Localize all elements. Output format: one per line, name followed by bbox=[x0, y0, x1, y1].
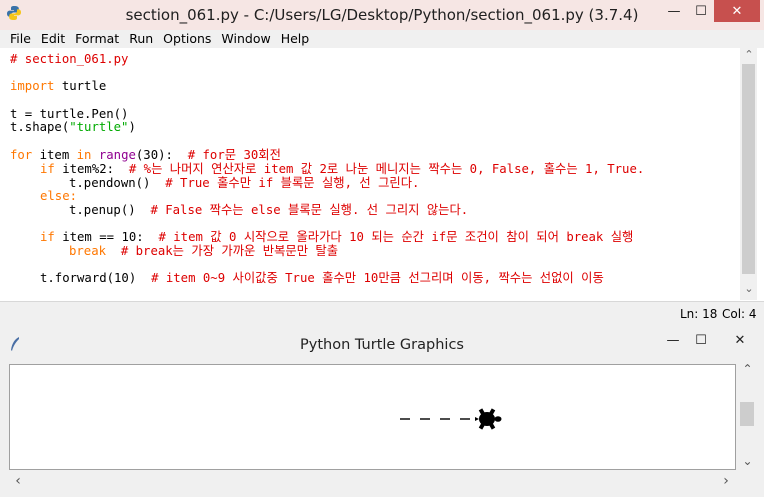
turtle-title-bar[interactable]: Python Turtle Graphics — ☐ ✕ bbox=[0, 327, 764, 359]
code-line-6: if item%2: # %는 나머지 연산자로 item 값 2로 나눈 메니… bbox=[40, 162, 644, 176]
minimize-icon: — bbox=[666, 332, 680, 348]
code-comment: # section_061.py bbox=[10, 52, 129, 66]
scroll-up-button[interactable]: ⌃ bbox=[743, 48, 755, 62]
code-line-4: t.shape("turtle") bbox=[10, 120, 136, 134]
code-text: turtle bbox=[54, 79, 107, 93]
turtle-minimize-button[interactable]: — bbox=[660, 329, 686, 351]
idle-window-title: section_061.py - C:/Users/LG/Desktop/Pyt… bbox=[125, 6, 639, 24]
canvas-vertical-scrollbar[interactable]: ⌃ ⌄ bbox=[738, 362, 756, 472]
code-keyword: import bbox=[10, 79, 55, 93]
maximize-icon: ☐ bbox=[695, 3, 707, 19]
code-line-8: else: bbox=[40, 189, 77, 203]
code-text: t.penup() bbox=[69, 203, 151, 217]
code-comment: # %는 나머지 연산자로 item 값 2로 나눈 메니지는 짝수는 0, F… bbox=[128, 162, 645, 176]
chevron-up-icon: ⌃ bbox=[744, 48, 754, 61]
code-comment: # item 0~9 사이값중 True 홀수만 10만큼 선그리며 이동, 짝… bbox=[151, 271, 604, 285]
turtle-drawing bbox=[400, 408, 502, 430]
menu-help[interactable]: Help bbox=[276, 30, 315, 48]
code-editor[interactable]: # section_061.py import turtle t = turtl… bbox=[0, 48, 740, 300]
code-comment: # break는 가장 가까운 반복문만 탈출 bbox=[120, 244, 339, 258]
code-text: t.shape( bbox=[10, 120, 70, 134]
code-keyword: if bbox=[40, 162, 55, 176]
code-line-7: t.pendown() # True 홀수만 if 블록문 실행, 선 그린다. bbox=[69, 176, 419, 190]
code-line-9: t.penup() # False 짝수는 else 블록문 실행. 선 그리지… bbox=[69, 203, 468, 217]
turtle-maximize-button[interactable]: ☐ bbox=[688, 329, 714, 351]
code-keyword: in bbox=[76, 148, 92, 162]
canvas-scroll-thumb[interactable] bbox=[740, 402, 754, 426]
code-keyword: break bbox=[69, 244, 107, 258]
menu-options[interactable]: Options bbox=[158, 30, 216, 48]
canvas-scroll-down-button[interactable]: ⌄ bbox=[741, 454, 754, 468]
code-text: : bbox=[69, 189, 78, 203]
turtle-icon bbox=[475, 408, 502, 430]
maximize-button[interactable]: ☐ bbox=[688, 0, 714, 22]
code-comment: # False 짝수는 else 블록문 실행. 선 그리지 않는다. bbox=[150, 203, 469, 217]
chevron-left-icon: ‹ bbox=[15, 473, 21, 489]
canvas-scroll-up-button[interactable]: ⌃ bbox=[741, 362, 754, 376]
status-col: Col: 4 bbox=[722, 307, 757, 321]
code-keyword: else bbox=[40, 189, 70, 203]
canvas-scroll-right-button[interactable]: › bbox=[719, 473, 733, 489]
menu-file[interactable]: File bbox=[0, 30, 36, 48]
chevron-down-icon: ⌄ bbox=[742, 454, 753, 468]
code-line-10: if item == 10: # item 값 0 시작으로 올라가다 10 되… bbox=[40, 230, 633, 244]
turtle-window-title: Python Turtle Graphics bbox=[300, 337, 464, 353]
status-bar: Ln: 18 Col: 4 bbox=[0, 301, 764, 326]
minimize-icon: — bbox=[667, 3, 681, 19]
code-line-12: t.forward(10) # item 0~9 사이값중 True 홀수만 1… bbox=[40, 271, 604, 285]
code-text: item == 10: bbox=[54, 230, 159, 244]
menu-window[interactable]: Window bbox=[216, 30, 275, 48]
code-comment: # for문 30회전 bbox=[187, 148, 281, 162]
code-line-2: import turtle bbox=[10, 79, 106, 93]
editor-vertical-scrollbar[interactable]: ⌃ ⌄ bbox=[740, 48, 757, 300]
idle-title-bar[interactable]: section_061.py - C:/Users/LG/Desktop/Pyt… bbox=[0, 0, 764, 31]
chevron-down-icon: ⌄ bbox=[744, 282, 754, 295]
code-string: "turtle" bbox=[69, 120, 129, 134]
code-keyword: for bbox=[10, 148, 33, 162]
code-text: ) bbox=[128, 120, 136, 134]
canvas-scroll-left-button[interactable]: ‹ bbox=[11, 473, 25, 489]
code-text: t = turtle.Pen() bbox=[10, 107, 129, 121]
minimize-button[interactable]: — bbox=[661, 0, 687, 22]
code-text: (30): bbox=[135, 148, 188, 162]
canvas-horizontal-scrollbar[interactable]: ‹ › bbox=[9, 472, 737, 490]
code-line-11: break # break는 가장 가까운 반복문만 탈출 bbox=[69, 244, 338, 258]
menu-bar: File Edit Format Run Options Window Help bbox=[0, 30, 764, 48]
code-comment: # True 홀수만 if 블록문 실행, 선 그린다. bbox=[165, 176, 420, 190]
close-icon: ✕ bbox=[734, 332, 746, 348]
code-line-5: for item in range(30): # for문 30회전 bbox=[10, 148, 281, 162]
menu-run[interactable]: Run bbox=[124, 30, 158, 48]
chevron-right-icon: › bbox=[723, 473, 729, 489]
code-line-1: # section_061.py bbox=[10, 52, 128, 66]
code-comment: # item 값 0 시작으로 올라가다 10 되는 순간 if문 조건이 참이… bbox=[158, 230, 634, 244]
code-keyword: if bbox=[40, 230, 55, 244]
menu-format[interactable]: Format bbox=[70, 30, 124, 48]
maximize-icon: ☐ bbox=[695, 332, 707, 348]
scroll-thumb[interactable] bbox=[742, 64, 755, 274]
code-builtin: range bbox=[98, 148, 136, 162]
code-line-3: t = turtle.Pen() bbox=[10, 107, 128, 121]
turtle-canvas[interactable] bbox=[9, 364, 736, 470]
status-line: Ln: 18 bbox=[680, 307, 718, 321]
close-icon: ✕ bbox=[731, 3, 743, 19]
code-text: t.pendown() bbox=[69, 176, 166, 190]
code-text: t.forward(10) bbox=[40, 271, 152, 285]
code-text: item bbox=[32, 148, 77, 162]
chevron-up-icon: ⌃ bbox=[742, 362, 753, 376]
close-button[interactable]: ✕ bbox=[714, 0, 760, 22]
turtle-close-button[interactable]: ✕ bbox=[720, 329, 760, 351]
scroll-down-button[interactable]: ⌄ bbox=[743, 282, 755, 296]
code-text: item%2: bbox=[54, 162, 129, 176]
menu-edit[interactable]: Edit bbox=[36, 30, 70, 48]
